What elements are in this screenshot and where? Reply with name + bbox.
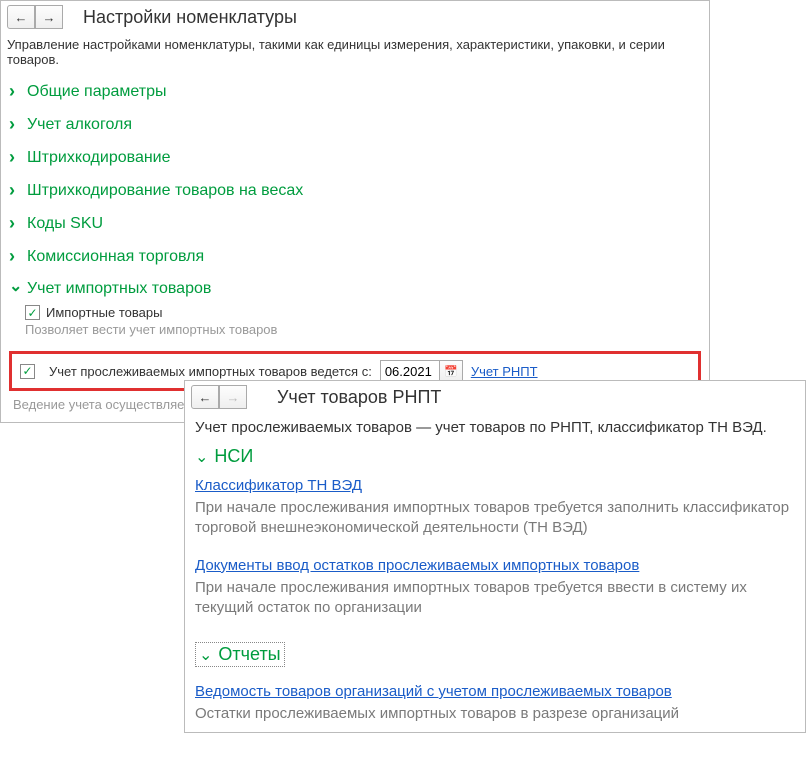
import-goods-checkbox[interactable]: ✓	[25, 305, 40, 320]
track-import-label: Учет прослеживаемых импортных товаров ве…	[49, 364, 372, 379]
reports-section-header[interactable]: ⌄Отчеты	[195, 632, 795, 673]
rnpt-nav-back-button[interactable]: ←	[191, 385, 219, 409]
import-content: ✓ Импортные товары Позволяет вести учет …	[9, 299, 703, 337]
toolbar: ← → Настройки номенклатуры	[1, 1, 709, 33]
nav-forward-button[interactable]: →	[35, 5, 63, 29]
section-commission[interactable]: Комиссионная торговля	[9, 246, 703, 267]
rnpt-toolbar: ← → Учет товаров РНПТ	[185, 381, 805, 413]
rnpt-page-title: Учет товаров РНПТ	[277, 387, 441, 408]
section-barcode-scales[interactable]: Штрихкодирование товаров на весах	[9, 180, 703, 201]
stock-docs-desc: При начале прослеживания импортных товар…	[195, 578, 795, 619]
section-barcode[interactable]: Штрихкодирование	[9, 147, 703, 168]
tnved-classifier-desc: При начале прослеживания импортных товар…	[195, 498, 795, 539]
org-goods-report-desc: Остатки прослеживаемых импортных товаров…	[195, 704, 795, 724]
rnpt-window: ← → Учет товаров РНПТ Учет прослеживаемы…	[184, 380, 806, 733]
rnpt-description: Учет прослеживаемых товаров — учет товар…	[195, 419, 795, 436]
section-general[interactable]: Общие параметры	[9, 81, 703, 102]
section-import[interactable]: Учет импортных товаров	[9, 279, 703, 299]
nsi-section-header[interactable]: ⌄НСИ	[195, 446, 795, 467]
page-description: Управление настройками номенклатуры, так…	[1, 33, 709, 75]
settings-window: ← → Настройки номенклатуры Управление на…	[0, 0, 710, 423]
page-title: Настройки номенклатуры	[83, 7, 297, 28]
calendar-button[interactable]: 📅	[439, 360, 463, 382]
rnpt-link[interactable]: Учет РНПТ	[471, 364, 538, 379]
import-goods-label: Импортные товары	[46, 305, 162, 320]
track-date-input[interactable]	[380, 360, 440, 382]
nav-back-button[interactable]: ←	[7, 5, 35, 29]
import-goods-hint: Позволяет вести учет импортных товаров	[25, 322, 703, 337]
stock-docs-link[interactable]: Документы ввод остатков прослеживаемых и…	[195, 557, 639, 574]
tnved-classifier-link[interactable]: Классификатор ТН ВЭД	[195, 477, 362, 494]
calendar-icon: 📅	[444, 365, 458, 378]
rnpt-nav-forward-button[interactable]: →	[219, 385, 247, 409]
section-sku[interactable]: Коды SKU	[9, 213, 703, 234]
track-import-checkbox[interactable]: ✓	[20, 364, 35, 379]
section-alcohol[interactable]: Учет алкоголя	[9, 114, 703, 135]
org-goods-report-link[interactable]: Ведомость товаров организаций с учетом п…	[195, 683, 672, 700]
